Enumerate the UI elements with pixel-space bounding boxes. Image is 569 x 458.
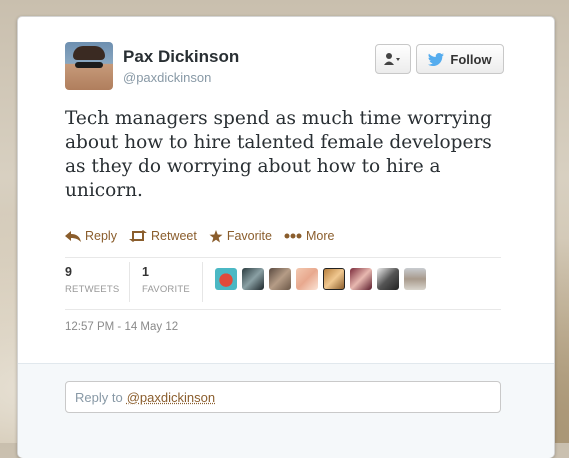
divider — [202, 262, 203, 302]
retweeter-avatar[interactable] — [377, 268, 399, 290]
tweet-card: Pax Dickinson @paxdickinson Follow Tech … — [17, 16, 555, 458]
user-actions-button[interactable] — [375, 44, 411, 74]
retweeter-avatar[interactable] — [350, 268, 372, 290]
favorites-count: 1 — [142, 265, 190, 279]
divider — [129, 262, 130, 302]
retweets-stat[interactable]: 9 RETWEETS — [65, 265, 119, 295]
retweeter-avatar[interactable] — [269, 268, 291, 290]
retweeter-avatars — [215, 268, 426, 290]
retweet-icon — [129, 230, 147, 242]
author-name[interactable]: Pax Dickinson — [123, 47, 239, 67]
more-dots-icon — [284, 233, 302, 239]
tweet-timestamp[interactable]: 12:57 PM - 14 May 12 — [65, 321, 178, 333]
favorites-label: FAVORITE — [142, 284, 190, 295]
author-handle[interactable]: @paxdickinson — [123, 70, 211, 85]
divider — [65, 309, 501, 310]
avatar[interactable] — [65, 42, 113, 90]
favorites-stat[interactable]: 1 FAVORITE — [142, 265, 190, 295]
more-action[interactable]: More — [284, 229, 334, 243]
retweet-action[interactable]: Retweet — [129, 229, 197, 243]
retweeter-avatar[interactable] — [215, 268, 237, 290]
retweets-label: RETWEETS — [65, 284, 119, 295]
reply-prefix: Reply to — [75, 390, 123, 405]
reply-mention: @paxdickinson — [127, 390, 215, 405]
tweet-actions: Reply Retweet Favorite More — [65, 229, 334, 243]
follow-button[interactable]: Follow — [416, 44, 504, 74]
user-icon — [383, 52, 403, 66]
favorite-action[interactable]: Favorite — [209, 229, 272, 243]
divider — [65, 257, 501, 258]
twitter-bird-icon — [428, 53, 444, 66]
retweeter-avatar[interactable] — [296, 268, 318, 290]
retweets-count: 9 — [65, 265, 119, 279]
retweet-label: Retweet — [151, 229, 197, 243]
retweeter-avatar[interactable] — [323, 268, 345, 290]
reply-label: Reply — [85, 229, 117, 243]
favorite-label: Favorite — [227, 229, 272, 243]
retweeter-avatar[interactable] — [404, 268, 426, 290]
reply-action[interactable]: Reply — [65, 229, 117, 243]
follow-label: Follow — [450, 52, 491, 67]
reply-arrow-icon — [65, 231, 81, 242]
reply-section: Reply to @paxdickinson — [18, 363, 554, 458]
tweet-text: Tech managers spend as much time worryin… — [65, 107, 515, 203]
more-label: More — [306, 229, 334, 243]
star-icon — [209, 230, 223, 243]
reply-input[interactable]: Reply to @paxdickinson — [65, 381, 501, 413]
retweeter-avatar[interactable] — [242, 268, 264, 290]
